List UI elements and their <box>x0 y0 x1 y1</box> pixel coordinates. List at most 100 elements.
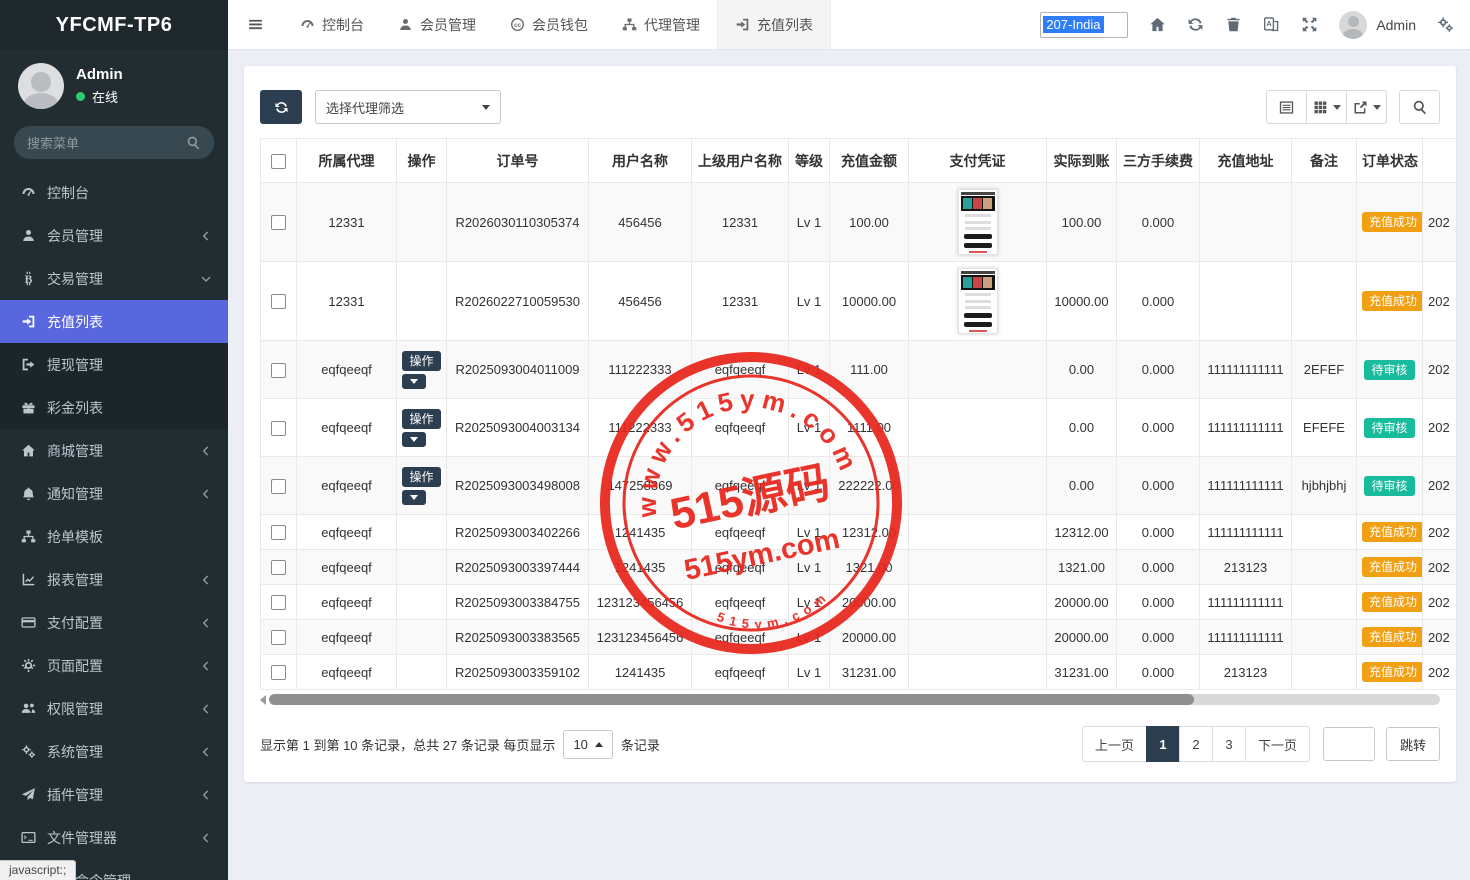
page-button-上一页[interactable]: 上一页 <box>1082 726 1147 762</box>
sidebar-item-14[interactable]: 插件管理 <box>0 773 228 816</box>
row-checkbox[interactable] <box>271 363 286 378</box>
toggle-view-button[interactable] <box>1266 90 1307 124</box>
row-action-dropdown[interactable]: 操作 <box>402 351 440 389</box>
page-button-1[interactable]: 1 <box>1146 726 1180 762</box>
sidebar-item-1[interactable]: 会员管理 <box>0 214 228 257</box>
horizontal-scrollbar[interactable] <box>260 693 1440 706</box>
agent-filter-select[interactable]: 选择代理筛选 <box>315 90 501 124</box>
sidebar-item-12[interactable]: 权限管理 <box>0 687 228 730</box>
cell-parent-user: 12331 <box>692 183 789 262</box>
home-button[interactable] <box>1149 16 1166 33</box>
table-row: eqfqeeqf操作R2025093004003134111222333eqfq… <box>261 399 1457 457</box>
page-jump-input[interactable] <box>1323 727 1375 761</box>
cell-actual: 12312.00 <box>1047 515 1117 550</box>
row-action-caret[interactable] <box>402 490 426 505</box>
export-icon <box>1353 100 1368 115</box>
row-checkbox[interactable] <box>271 525 286 540</box>
search-toggle-button[interactable] <box>1399 90 1440 124</box>
admin-menu[interactable]: Admin <box>1339 11 1416 39</box>
column-header: 操作 <box>397 139 447 183</box>
cell-parent-user: 12331 <box>692 262 789 341</box>
cell-proof <box>909 341 1047 399</box>
cell-created: 202 <box>1423 399 1457 457</box>
nav-tab-4[interactable]: 充值列表 <box>717 0 831 49</box>
scroll-left-arrow-icon[interactable] <box>260 695 266 705</box>
nav-tab-0[interactable]: 控制台 <box>283 0 381 49</box>
column-header: 用户名称 <box>589 139 692 183</box>
cell-level: Lv 1 <box>789 585 830 620</box>
row-checkbox[interactable] <box>271 215 286 230</box>
sidebar-item-9[interactable]: 报表管理 <box>0 558 228 601</box>
page-button-3[interactable]: 3 <box>1212 726 1246 762</box>
cell-order-no: R2025093004003134 <box>447 399 589 457</box>
scrollbar-track[interactable] <box>269 694 1440 705</box>
chart-icon <box>21 572 36 587</box>
terminal-icon <box>21 830 36 845</box>
cell-created: 202 <box>1423 620 1457 655</box>
row-action-dropdown[interactable]: 操作 <box>402 467 440 505</box>
cell-agent: eqfqeeqf <box>297 515 397 550</box>
clear-cache-button[interactable] <box>1225 16 1242 33</box>
language-button[interactable]: A <box>1263 16 1280 33</box>
column-header: 充值金额 <box>830 139 909 183</box>
row-action-caret[interactable] <box>402 374 426 389</box>
sidebar-item-8[interactable]: 抢单模板 <box>0 515 228 558</box>
sidebar-item-2[interactable]: B交易管理 <box>0 257 228 300</box>
sidebar-item-7[interactable]: 通知管理 <box>0 472 228 515</box>
nav-tab-3[interactable]: 代理管理 <box>605 0 717 49</box>
nav-tab-label: 会员钱包 <box>532 15 588 35</box>
page-size-value: 10 <box>573 737 587 752</box>
users-icon <box>21 701 36 716</box>
sidebar-item-3[interactable]: 充值列表 <box>0 300 228 343</box>
chevron-down-icon <box>482 105 490 110</box>
row-checkbox[interactable] <box>271 630 286 645</box>
fullscreen-button[interactable] <box>1301 16 1318 33</box>
nav-tab-1[interactable]: 会员管理 <box>381 0 493 49</box>
row-checkbox[interactable] <box>271 479 286 494</box>
row-action-dropdown[interactable]: 操作 <box>402 409 440 447</box>
settings-button[interactable] <box>1437 16 1454 33</box>
columns-button[interactable] <box>1306 90 1347 124</box>
sidebar-item-15[interactable]: 文件管理器 <box>0 816 228 859</box>
sidebar-item-6[interactable]: 商城管理 <box>0 429 228 472</box>
record-summary-prefix: 显示第 1 到第 10 条记录，总共 27 条记录 每页显示 <box>260 735 555 754</box>
bell-icon <box>21 486 36 501</box>
page-jump-button[interactable]: 跳转 <box>1386 727 1440 761</box>
payment-proof-image[interactable] <box>958 189 998 255</box>
select-all-checkbox[interactable] <box>271 154 286 169</box>
scrollbar-thumb[interactable] <box>269 694 1194 705</box>
sitemap-icon <box>622 17 637 32</box>
sidebar-item-13[interactable]: 系统管理 <box>0 730 228 773</box>
sidebar-item-4[interactable]: 提现管理 <box>0 343 228 386</box>
table-row: eqfqeeqfR20250930034022661241435eqfqeeqf… <box>261 515 1457 550</box>
sidebar-item-10[interactable]: 支付配置 <box>0 601 228 644</box>
row-action-caret[interactable] <box>402 432 426 447</box>
sidebar-item-label: 权限管理 <box>47 699 189 719</box>
row-checkbox[interactable] <box>271 294 286 309</box>
sidebar-item-0[interactable]: 控制台 <box>0 171 228 214</box>
cell-fee: 0.000 <box>1117 341 1200 399</box>
refresh-table-button[interactable] <box>260 90 302 124</box>
sidebar-item-5[interactable]: 彩金列表 <box>0 386 228 429</box>
export-button[interactable] <box>1346 90 1387 124</box>
row-checkbox[interactable] <box>271 595 286 610</box>
row-checkbox[interactable] <box>271 421 286 436</box>
cell-amount: 20000.00 <box>830 620 909 655</box>
link-status-tooltip: javascript:; <box>0 860 76 880</box>
chevron-left-icon <box>200 230 212 242</box>
payment-proof-image[interactable] <box>958 268 998 334</box>
sidebar-item-label: 会员管理 <box>47 226 189 246</box>
menu-search-input[interactable]: 搜索菜单 <box>14 126 214 159</box>
row-checkbox[interactable] <box>271 665 286 680</box>
page-button-下一页[interactable]: 下一页 <box>1245 726 1310 762</box>
row-checkbox[interactable] <box>271 560 286 575</box>
sidebar-item-label: 报表管理 <box>47 570 189 590</box>
refresh-button[interactable] <box>1187 16 1204 33</box>
page-button-2[interactable]: 2 <box>1179 726 1213 762</box>
sidebar-item-11[interactable]: 页面配置 <box>0 644 228 687</box>
sidebar-toggle-button[interactable] <box>228 0 283 49</box>
frame-search-input[interactable]: 207-India <box>1040 12 1128 38</box>
page-size-select[interactable]: 10 <box>563 730 612 759</box>
nav-tab-2[interactable]: cc会员钱包 <box>493 0 605 49</box>
cell-proof <box>909 655 1047 690</box>
